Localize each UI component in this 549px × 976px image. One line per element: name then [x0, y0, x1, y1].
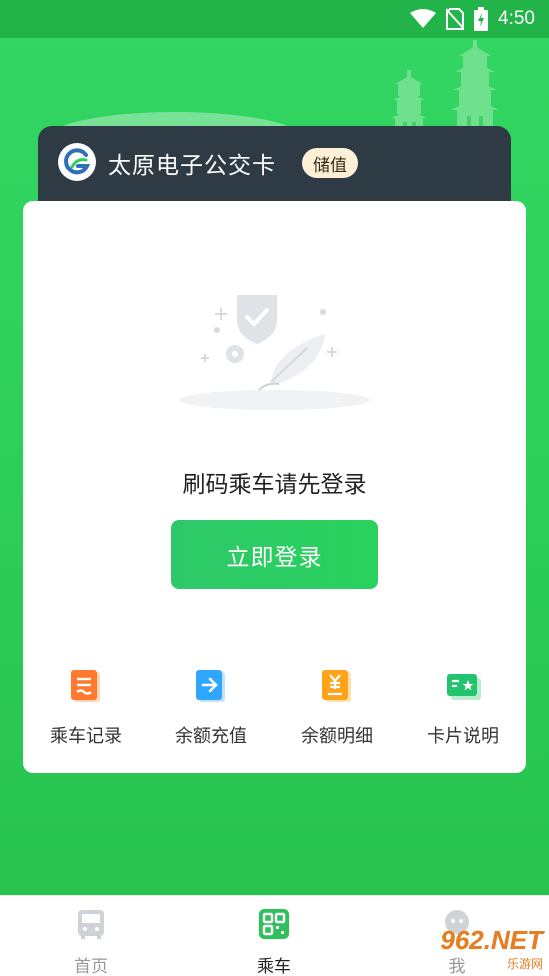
feature-balance-recharge[interactable]: 余额充值	[156, 668, 266, 748]
watermark-sub: 乐游网	[506, 956, 543, 971]
recharge-badge[interactable]: 储值	[302, 148, 358, 178]
status-time: 4:50	[498, 8, 535, 29]
feature-label: 乘车记录	[50, 726, 122, 747]
watermark-main: 962.NET	[440, 924, 543, 955]
login-required-illustration	[180, 295, 370, 410]
status-bar: 4:50	[0, 0, 549, 38]
wifi-icon	[410, 9, 437, 29]
feature-balance-detail[interactable]: 余额明细	[282, 668, 392, 748]
nav-label: 乘车	[257, 957, 291, 976]
battery-charging-icon	[474, 7, 489, 31]
feature-label: 卡片说明	[427, 726, 499, 747]
card-title: 太原电子公交卡	[108, 153, 276, 179]
feature-ride-record[interactable]: 乘车记录	[31, 668, 141, 748]
no-sim-icon	[446, 8, 465, 30]
feature-label: 余额明细	[301, 726, 373, 747]
bottom-navigation: 首页 乘车 我 962.NET 乐游网	[0, 895, 549, 976]
nav-label: 首页	[74, 957, 108, 976]
pagoda-illustration	[391, 40, 499, 140]
qr-code-icon	[258, 908, 290, 944]
balance-recharge-icon	[193, 668, 229, 704]
nav-item-ride[interactable]: 乘车	[229, 908, 319, 976]
ride-record-icon	[68, 668, 104, 704]
login-button[interactable]: 立即登录	[171, 520, 378, 589]
site-watermark: 962.NET 乐游网	[413, 926, 543, 972]
balance-detail-icon	[319, 668, 355, 704]
feature-label: 余额充值	[175, 726, 247, 747]
card-info-icon	[445, 668, 481, 704]
login-prompt-text: 刷码乘车请先登录	[182, 472, 367, 498]
brand-logo-icon	[58, 143, 96, 181]
bus-icon	[76, 908, 106, 944]
feature-card-info[interactable]: 卡片说明	[408, 668, 518, 748]
nav-item-home[interactable]: 首页	[46, 908, 136, 976]
